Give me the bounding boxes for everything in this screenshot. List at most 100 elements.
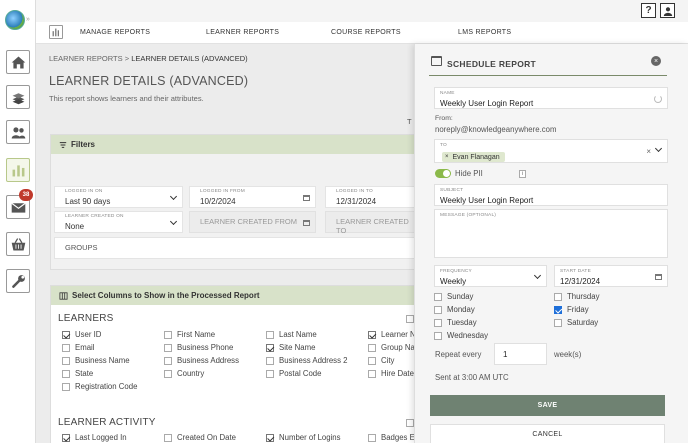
calendar-icon[interactable]: [655, 274, 662, 280]
logged-in-from-date[interactable]: LOGGED IN FROM 10/2/2024: [189, 186, 316, 208]
day-thursday[interactable]: Thursday: [554, 292, 600, 301]
help-button[interactable]: ?: [641, 3, 656, 18]
checkbox[interactable]: [62, 433, 70, 442]
column-business-phone[interactable]: Business Phone: [164, 343, 233, 352]
remove-recipient-icon[interactable]: ×: [445, 154, 449, 160]
checkbox[interactable]: [434, 305, 442, 314]
info-icon[interactable]: i: [519, 170, 526, 178]
checkbox[interactable]: [164, 330, 172, 339]
checkbox[interactable]: [554, 292, 562, 301]
hide-pii-toggle[interactable]: [435, 169, 451, 178]
learners-select-all-checkbox[interactable]: [406, 315, 414, 323]
to-field[interactable]: TO × Evan Flanagan ×: [434, 139, 668, 163]
activity-select-all-checkbox[interactable]: [406, 419, 414, 427]
checkbox[interactable]: [62, 369, 70, 378]
learner-created-to-date[interactable]: LEARNER CREATED TO: [325, 211, 417, 235]
checkbox[interactable]: [266, 343, 274, 352]
column-business-name[interactable]: Business Name: [62, 356, 130, 365]
column-business-address-2[interactable]: Business Address 2: [266, 356, 347, 365]
cancel-button[interactable]: CANCEL: [430, 424, 665, 443]
nav-course-reports[interactable]: COURSE REPORTS: [331, 29, 401, 36]
calendar-icon[interactable]: [303, 220, 310, 226]
column-hire-date[interactable]: Hire Date: [368, 369, 414, 378]
day-monday[interactable]: Monday: [434, 305, 475, 314]
checkbox[interactable]: [368, 369, 376, 378]
checkbox[interactable]: [62, 343, 70, 352]
checkbox[interactable]: [368, 330, 376, 339]
column-state[interactable]: State: [62, 369, 93, 378]
breadcrumb-parent[interactable]: LEARNER REPORTS: [49, 54, 123, 63]
day-friday[interactable]: Friday: [554, 305, 589, 314]
checkbox[interactable]: [164, 356, 172, 365]
column-country[interactable]: Country: [164, 369, 204, 378]
column-city[interactable]: City: [368, 356, 394, 365]
courses-icon[interactable]: [6, 85, 30, 109]
day-saturday[interactable]: Saturday: [554, 318, 598, 327]
chevron-down-icon[interactable]: [654, 144, 663, 153]
bar-chart-icon[interactable]: [49, 25, 63, 39]
logged-in-to-date[interactable]: LOGGED IN TO 12/31/2024: [325, 186, 417, 208]
learner-created-on-select[interactable]: LEARNER CREATED ON None: [54, 211, 183, 233]
checkbox[interactable]: [368, 356, 376, 365]
checkbox[interactable]: [164, 369, 172, 378]
checkbox[interactable]: [434, 318, 442, 327]
user-icon[interactable]: [660, 3, 675, 18]
groups-select[interactable]: GROUPS: [54, 237, 417, 259]
nav-learner-reports[interactable]: LEARNER REPORTS: [206, 29, 279, 36]
checkbox[interactable]: [368, 343, 376, 352]
subject-field[interactable]: SUBJECT Weekly User Login Report: [434, 184, 668, 206]
calendar-icon[interactable]: [303, 195, 310, 201]
start-date-field[interactable]: START DATE 12/31/2024: [554, 265, 668, 287]
basket-icon[interactable]: [6, 232, 30, 256]
checkbox[interactable]: [266, 369, 274, 378]
columns-header[interactable]: Select Columns to Show in the Processed …: [51, 286, 414, 305]
checkbox[interactable]: [266, 330, 274, 339]
frequency-select[interactable]: FREQUENCY Weekly: [434, 265, 547, 287]
column-learner-name[interactable]: Learner N: [368, 330, 416, 339]
checkbox[interactable]: [554, 318, 562, 327]
checkbox[interactable]: [266, 433, 274, 442]
checkbox[interactable]: [62, 382, 70, 391]
save-button[interactable]: SAVE: [430, 395, 665, 416]
home-icon[interactable]: [6, 50, 30, 74]
expand-sidebar-icon[interactable]: »: [26, 16, 30, 23]
column-created-on-date[interactable]: Created On Date: [164, 433, 236, 442]
clear-recipients-icon[interactable]: ×: [646, 147, 651, 156]
checkbox[interactable]: [164, 343, 172, 352]
globe-logo-icon[interactable]: [5, 10, 25, 30]
recipient-chip[interactable]: × Evan Flanagan: [442, 152, 505, 162]
day-sunday[interactable]: Sunday: [434, 292, 473, 301]
column-badges-earned[interactable]: Badges Ea: [368, 433, 419, 442]
learner-created-from-date[interactable]: LEARNER CREATED FROM: [189, 211, 316, 233]
column-site-name[interactable]: Site Name: [266, 343, 315, 352]
column-first-name[interactable]: First Name: [164, 330, 215, 339]
column-business-address[interactable]: Business Address: [164, 356, 239, 365]
column-last-logged-in[interactable]: Last Logged In: [62, 433, 127, 442]
message-textarea[interactable]: MESSAGE (OPTIONAL): [434, 209, 668, 258]
close-icon[interactable]: ×: [651, 56, 661, 66]
nav-lms-reports[interactable]: LMS REPORTS: [458, 29, 511, 36]
name-field[interactable]: NAME Weekly User Login Report: [434, 87, 668, 109]
column-postal-code[interactable]: Postal Code: [266, 369, 321, 378]
column-number-of-logins[interactable]: Number of Logins: [266, 433, 341, 442]
checkbox[interactable]: [434, 292, 442, 301]
checkbox[interactable]: [164, 433, 172, 442]
repeat-interval-input[interactable]: 1: [494, 343, 547, 365]
checkbox[interactable]: [368, 433, 376, 442]
users-icon[interactable]: [6, 120, 30, 144]
checkbox[interactable]: [434, 331, 442, 340]
checkbox[interactable]: [62, 330, 70, 339]
column-last-name[interactable]: Last Name: [266, 330, 317, 339]
checkbox[interactable]: [266, 356, 274, 365]
column-user-id[interactable]: User ID: [62, 330, 101, 339]
day-tuesday[interactable]: Tuesday: [434, 318, 477, 327]
logged-in-on-select[interactable]: LOGGED IN ON Last 90 days: [54, 186, 183, 208]
filters-header[interactable]: Filters: [51, 135, 414, 154]
column-registration-code[interactable]: Registration Code: [62, 382, 137, 391]
wrench-icon[interactable]: [6, 269, 30, 293]
checkbox[interactable]: [554, 305, 562, 314]
column-group-name[interactable]: Group Na: [368, 343, 415, 352]
column-email[interactable]: Email: [62, 343, 95, 352]
nav-manage-reports[interactable]: MANAGE REPORTS: [80, 29, 150, 36]
day-wednesday[interactable]: Wednesday: [434, 331, 488, 340]
